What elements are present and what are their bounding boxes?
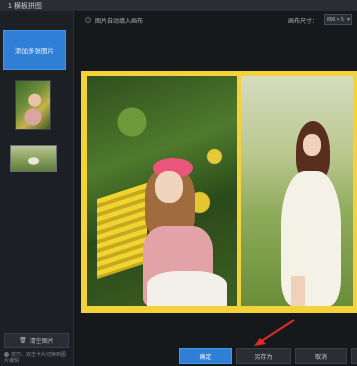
photo-cell[interactable]: [87, 76, 237, 306]
face-shape: [303, 134, 321, 156]
face-shape: [155, 171, 183, 203]
collage-canvas[interactable]: [81, 71, 357, 313]
clear-images-label: 清空图片: [29, 339, 54, 345]
legs-shape: [291, 276, 305, 306]
dress-shape: [281, 171, 341, 306]
top-toolbar: 图片自动填入画布 画布尺寸： 800 × 5 ▾: [74, 11, 357, 29]
canvas-size-value: 800 × 5: [327, 16, 344, 23]
info-icon: [4, 352, 9, 358]
extra-button[interactable]: [351, 348, 357, 364]
bottom-bar: 确定 另存为 取消: [74, 342, 357, 366]
ok-button[interactable]: 确定: [179, 348, 232, 364]
chevron-down-icon: ▾: [346, 17, 350, 23]
sidebar: 添加多张图片 🗑 清空图片 技巧：双击卡片切换到图片编辑: [0, 11, 74, 366]
window-title: 1 横板拼图: [8, 3, 42, 10]
hint-label: 技巧：双击卡片切换到图片编辑: [4, 352, 67, 364]
skirt-shape: [147, 271, 227, 306]
title-bar: 1 横板拼图: [0, 0, 357, 11]
clear-images-button[interactable]: 🗑 清空图片: [4, 333, 69, 348]
bench-shape: [97, 182, 147, 280]
photo-cell[interactable]: [241, 76, 353, 306]
auto-fill-label: 图片自动填入画布: [95, 19, 144, 25]
add-images-button[interactable]: 添加多张图片: [3, 30, 66, 70]
auto-fill-checkbox[interactable]: [85, 17, 91, 23]
photo-thumbnail[interactable]: [10, 145, 57, 172]
hint-text: 技巧：双击卡片切换到图片编辑: [4, 352, 70, 364]
canvas-size-select[interactable]: 800 × 5 ▾: [324, 14, 352, 25]
canvas-size-label: 画布尺寸：: [288, 19, 319, 25]
photo-thumbnail[interactable]: [15, 80, 51, 130]
trash-icon: 🗑: [19, 338, 27, 344]
cancel-button[interactable]: 取消: [295, 348, 347, 364]
save-as-button[interactable]: 另存为: [236, 348, 291, 364]
